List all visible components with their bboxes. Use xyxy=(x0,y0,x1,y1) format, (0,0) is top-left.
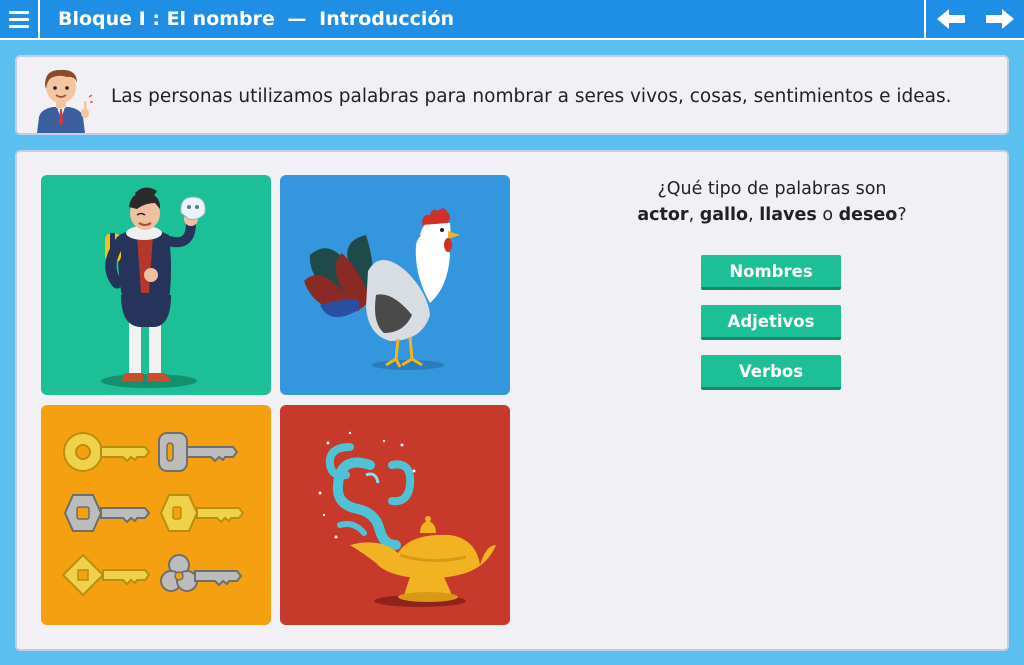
keys-image xyxy=(41,405,271,625)
word-actor: actor xyxy=(637,205,689,225)
arrow-right-icon[interactable] xyxy=(975,0,1024,38)
menu-icon[interactable] xyxy=(0,0,40,38)
rooster-illustration-icon xyxy=(304,208,460,370)
connector-o: o xyxy=(822,205,834,225)
intro-panel: Las personas utilizamos palabras para no… xyxy=(15,55,1009,135)
question-mark: ? xyxy=(897,205,907,225)
top-bar: Bloque I : El nombre — Introducción xyxy=(0,0,1024,40)
content-panel: ¿Qué tipo de palabras son actor, gallo, … xyxy=(15,150,1009,651)
actor-image xyxy=(41,175,271,395)
lamp-image xyxy=(280,405,510,625)
word-llaves: llaves xyxy=(759,205,817,225)
page-title: Bloque I : El nombre — Introducción xyxy=(58,8,454,30)
actor-illustration-icon xyxy=(101,187,206,388)
block-title: Bloque I : El nombre xyxy=(58,8,275,30)
arrow-left-icon[interactable] xyxy=(926,0,975,38)
section-title: Introducción xyxy=(319,8,455,30)
keys-illustration-icon xyxy=(61,432,245,597)
question-line-1: ¿Qué tipo de palabras son xyxy=(657,179,887,199)
title-separator: — xyxy=(287,8,307,30)
intro-text: Las personas utilizamos palabras para no… xyxy=(111,86,952,107)
magic-lamp-illustration-icon xyxy=(318,431,496,607)
comma-2: , xyxy=(748,205,754,225)
comma-1: , xyxy=(688,205,695,225)
rooster-image xyxy=(280,175,510,395)
question-line-2: actor, gallo, llaves o deseo? xyxy=(597,202,947,228)
navigation xyxy=(924,0,1024,38)
nombres-button[interactable]: Nombres xyxy=(701,255,841,290)
teacher-avatar-icon xyxy=(29,65,93,133)
question-text: ¿Qué tipo de palabras son actor, gallo, … xyxy=(597,176,947,228)
word-deseo: deseo xyxy=(838,205,898,225)
word-gallo: gallo xyxy=(699,205,749,225)
verbos-button[interactable]: Verbos xyxy=(701,355,841,390)
adjetivos-button[interactable]: Adjetivos xyxy=(701,305,841,340)
